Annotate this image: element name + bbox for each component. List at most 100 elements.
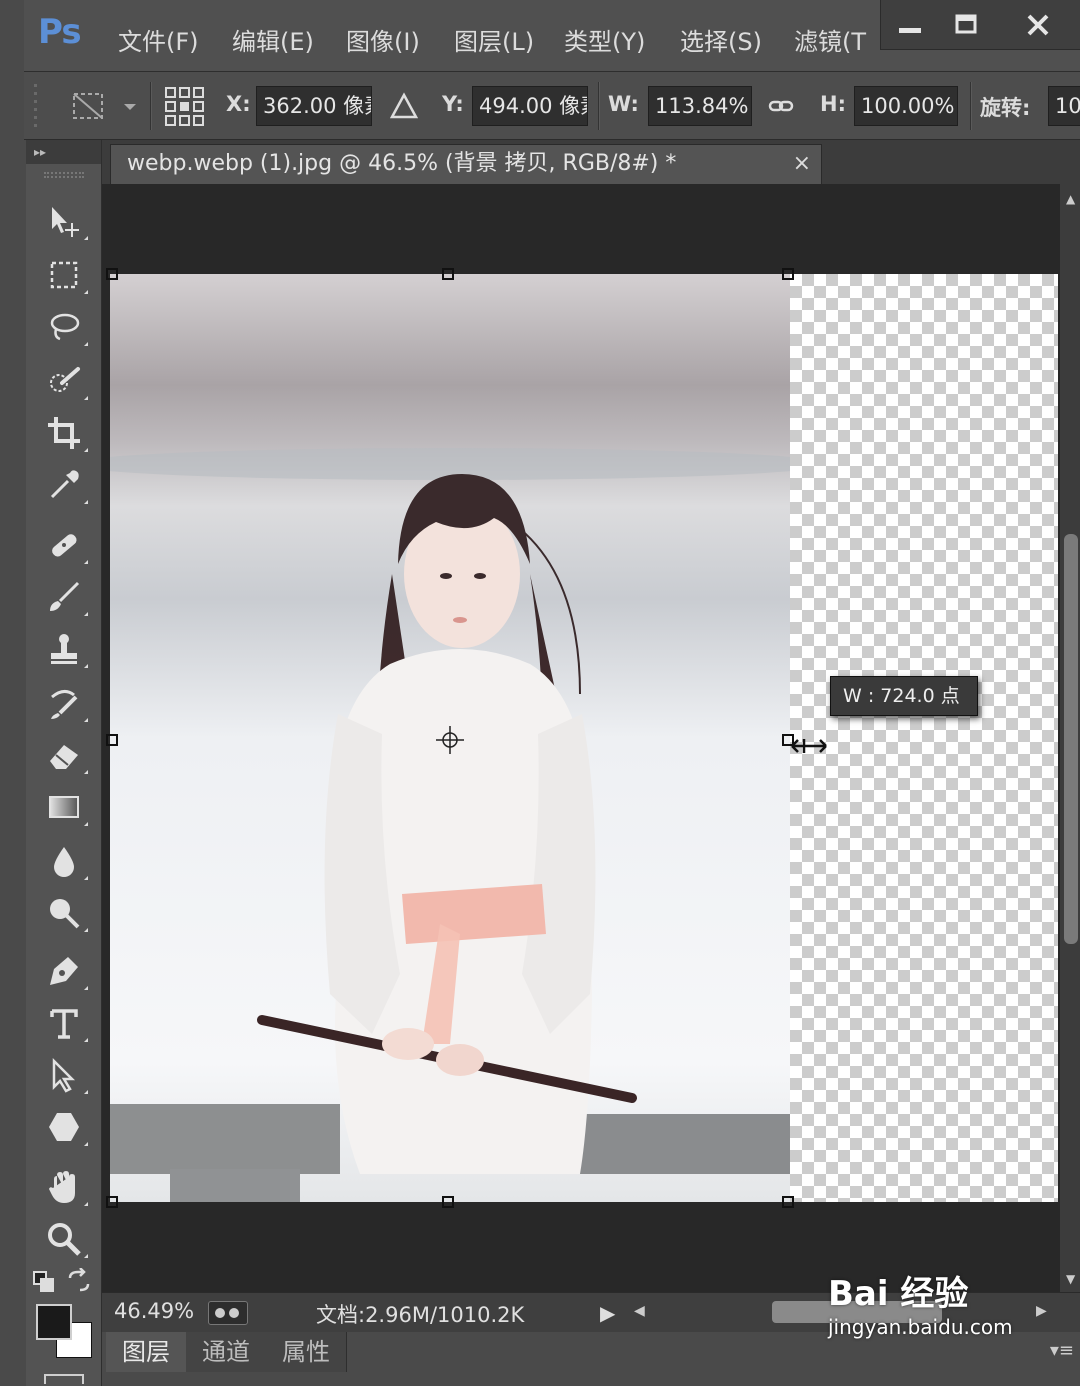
h-label: H: bbox=[820, 92, 846, 116]
scroll-up-icon[interactable]: ▲ bbox=[1066, 192, 1075, 206]
y-label: Y: bbox=[442, 92, 464, 116]
resize-cursor-icon bbox=[790, 736, 830, 760]
blur-tool[interactable] bbox=[34, 836, 94, 886]
menu-file[interactable]: 文件(F) bbox=[118, 22, 199, 57]
watermark-url: jingyan.baidu.com bbox=[828, 1315, 1013, 1339]
document-tab-bar: webp.webp (1).jpg @ 46.5% (背景 拷贝, RGB/8#… bbox=[102, 140, 1080, 184]
eraser-tool-icon bbox=[50, 745, 78, 769]
tab-close-button[interactable]: × bbox=[793, 145, 811, 183]
hand-tool[interactable] bbox=[34, 1162, 94, 1212]
foreground-color-swatch[interactable] bbox=[36, 1304, 72, 1340]
gradient-tool[interactable] bbox=[34, 782, 94, 832]
dodge-tool-icon bbox=[50, 899, 80, 929]
zoom-tool[interactable] bbox=[34, 1214, 94, 1264]
x-position-field[interactable]: 362.00 像素 bbox=[256, 86, 372, 126]
close-window-button[interactable] bbox=[1013, 6, 1063, 42]
height-percent-field[interactable]: 100.00% bbox=[854, 86, 958, 126]
photoshop-window: Ps 文件(F) 编辑(E) 图像(I) 图层(L) 类型(Y) 选择(S) 滤… bbox=[0, 0, 1080, 1386]
swap-colors-icon bbox=[68, 1267, 90, 1292]
options-bar: X: 362.00 像素 Y: 494.00 像素 W: 113.84% H: … bbox=[24, 72, 1080, 140]
x-label: X: bbox=[226, 92, 251, 116]
grip-icon bbox=[34, 82, 40, 134]
swap-colors-button[interactable] bbox=[66, 1267, 92, 1294]
eyedropper-tool[interactable] bbox=[34, 460, 94, 510]
brush-tool-icon bbox=[50, 581, 80, 611]
brush-tool[interactable] bbox=[34, 572, 94, 622]
lasso-tool-icon bbox=[50, 313, 80, 341]
path-selection-tool[interactable] bbox=[34, 1050, 94, 1100]
status-toggle-icon[interactable] bbox=[208, 1301, 248, 1325]
menu-type[interactable]: 类型(Y) bbox=[564, 22, 645, 57]
move-tool-icon bbox=[52, 207, 79, 237]
transform-handle-middle-left[interactable] bbox=[106, 734, 118, 746]
transform-handle-bottom-right[interactable] bbox=[782, 1196, 794, 1208]
angle-label: 旋转: bbox=[980, 96, 1031, 120]
zoom-level[interactable]: 46.49% bbox=[114, 1299, 194, 1323]
vertical-scrollbar[interactable]: ▲ ▼ bbox=[1060, 184, 1080, 1292]
history-brush-icon bbox=[51, 690, 78, 719]
quick-select-tool-icon bbox=[50, 367, 80, 392]
window-controls bbox=[880, 0, 1080, 50]
gradient-tool-icon bbox=[49, 796, 79, 818]
toolbar-grip bbox=[44, 172, 84, 178]
status-menu-arrow-icon[interactable]: ▶ bbox=[600, 1301, 615, 1325]
tab-layers[interactable]: 图层 bbox=[106, 1332, 187, 1372]
lasso-tool[interactable] bbox=[34, 302, 94, 352]
eyedropper-tool-icon bbox=[50, 470, 79, 499]
marquee-tool[interactable] bbox=[34, 250, 94, 300]
menu-edit[interactable]: 编辑(E) bbox=[232, 22, 314, 57]
pen-tool[interactable] bbox=[34, 946, 94, 996]
transform-handle-bottom-left[interactable] bbox=[106, 1196, 118, 1208]
transform-handle-top-left[interactable] bbox=[106, 268, 118, 280]
reference-point-icon[interactable] bbox=[164, 86, 206, 132]
dodge-tool[interactable] bbox=[34, 888, 94, 938]
blur-tool-icon bbox=[54, 847, 74, 877]
close-icon bbox=[1027, 14, 1049, 36]
y-position-field[interactable]: 494.00 像素 bbox=[472, 86, 588, 126]
default-colors-button[interactable] bbox=[32, 1270, 56, 1294]
healing-brush-tool[interactable] bbox=[34, 520, 94, 570]
type-tool[interactable] bbox=[34, 998, 94, 1048]
restore-button[interactable] bbox=[941, 6, 991, 42]
transparent-canvas-area[interactable] bbox=[790, 274, 1058, 1202]
transform-handle-top-center[interactable] bbox=[442, 268, 454, 280]
menu-filter[interactable]: 滤镜(T bbox=[794, 22, 876, 57]
canvas-area[interactable]: W : 724.0 点 bbox=[102, 184, 1060, 1292]
minimize-icon bbox=[899, 28, 921, 33]
scroll-left-icon[interactable]: ◀ bbox=[634, 1303, 645, 1319]
quick-mask-button[interactable] bbox=[44, 1374, 84, 1384]
menu-image[interactable]: 图像(I) bbox=[346, 22, 420, 57]
delta-icon[interactable] bbox=[389, 92, 419, 124]
toolbar-collapse-handle[interactable]: ▸▸ bbox=[26, 140, 101, 164]
menu-select[interactable]: 选择(S) bbox=[680, 22, 762, 57]
angle-field[interactable]: 10 bbox=[1048, 86, 1080, 126]
photo-illustration bbox=[110, 274, 790, 1202]
document-tab[interactable]: webp.webp (1).jpg @ 46.5% (背景 拷贝, RGB/8#… bbox=[110, 144, 822, 184]
scroll-down-icon[interactable]: ▼ bbox=[1066, 1272, 1075, 1286]
history-brush-tool[interactable] bbox=[34, 678, 94, 728]
tab-properties[interactable]: 属性 bbox=[266, 1332, 347, 1372]
transform-handle-top-right[interactable] bbox=[782, 268, 794, 280]
link-icon[interactable] bbox=[768, 94, 796, 122]
tab-channels[interactable]: 通道 bbox=[186, 1332, 267, 1372]
panel-menu-icon[interactable]: ▾≡ bbox=[1050, 1340, 1074, 1361]
width-percent-field[interactable]: 113.84% bbox=[648, 86, 752, 126]
document-tab-title: webp.webp (1).jpg @ 46.5% (背景 拷贝, RGB/8#… bbox=[127, 151, 677, 176]
clone-stamp-tool[interactable] bbox=[34, 624, 94, 674]
quick-select-tool[interactable] bbox=[34, 356, 94, 406]
eraser-tool[interactable] bbox=[34, 730, 94, 780]
transform-handle-bottom-center[interactable] bbox=[442, 1196, 454, 1208]
hand-tool-icon bbox=[49, 1171, 75, 1203]
minimize-button[interactable] bbox=[885, 6, 935, 42]
document-size-info: 文档:2.96M/1010.2K bbox=[316, 1303, 525, 1327]
shape-tool[interactable] bbox=[34, 1102, 94, 1152]
zoom-tool-icon bbox=[48, 1223, 81, 1256]
crop-tool[interactable] bbox=[34, 408, 94, 458]
document-photo[interactable] bbox=[110, 274, 790, 1202]
menu-layer[interactable]: 图层(L) bbox=[454, 22, 534, 57]
move-tool[interactable] bbox=[34, 196, 94, 246]
clone-stamp-icon bbox=[51, 634, 77, 664]
tools-panel: ▸▸ bbox=[26, 140, 102, 1386]
vertical-scroll-thumb[interactable] bbox=[1064, 534, 1078, 944]
transform-preset-icon[interactable] bbox=[68, 86, 144, 130]
